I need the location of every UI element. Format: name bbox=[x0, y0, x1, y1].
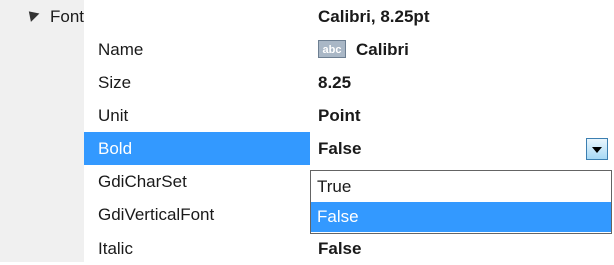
property-label-gdiverticalfont: GdiVerticalFont bbox=[98, 205, 215, 224]
property-row-unit[interactable]: Unit Point bbox=[0, 99, 614, 132]
dropdown-option-false[interactable]: False bbox=[311, 202, 611, 232]
property-value-italic[interactable]: False bbox=[318, 232, 361, 265]
property-label-bold: Bold bbox=[98, 139, 133, 158]
property-row-italic[interactable]: Italic False bbox=[0, 232, 614, 265]
property-label-name: Name bbox=[98, 40, 144, 59]
chevron-down-icon bbox=[592, 147, 602, 153]
collapse-triangle-icon[interactable] bbox=[24, 7, 40, 22]
property-label-unit: Unit bbox=[98, 106, 129, 125]
property-value-bold[interactable]: False bbox=[318, 132, 361, 165]
property-value-name[interactable]: Calibri bbox=[356, 33, 409, 66]
property-label-italic: Italic bbox=[98, 239, 133, 258]
bold-dropdown-button[interactable] bbox=[586, 138, 608, 160]
property-value-unit[interactable]: Point bbox=[318, 99, 361, 132]
font-group-label: Font bbox=[50, 7, 85, 26]
property-label-size: Size bbox=[98, 73, 132, 92]
property-row-size[interactable]: Size 8.25 bbox=[0, 66, 614, 99]
property-row-name[interactable]: Name abc Calibri bbox=[0, 33, 614, 66]
font-preview-icon: abc bbox=[318, 40, 346, 58]
bold-dropdown-list: True False bbox=[310, 170, 612, 234]
property-label-gdicharset: GdiCharSet bbox=[98, 172, 187, 191]
font-group-row[interactable]: Font Calibri, 8.25pt bbox=[0, 0, 614, 33]
dropdown-option-true[interactable]: True bbox=[311, 172, 611, 202]
property-value-size[interactable]: 8.25 bbox=[318, 66, 351, 99]
property-row-bold[interactable]: Bold False bbox=[0, 132, 614, 165]
font-group-value: Calibri, 8.25pt bbox=[318, 7, 430, 26]
property-grid: Font Calibri, 8.25pt Name abc Calibri Si… bbox=[0, 0, 614, 265]
